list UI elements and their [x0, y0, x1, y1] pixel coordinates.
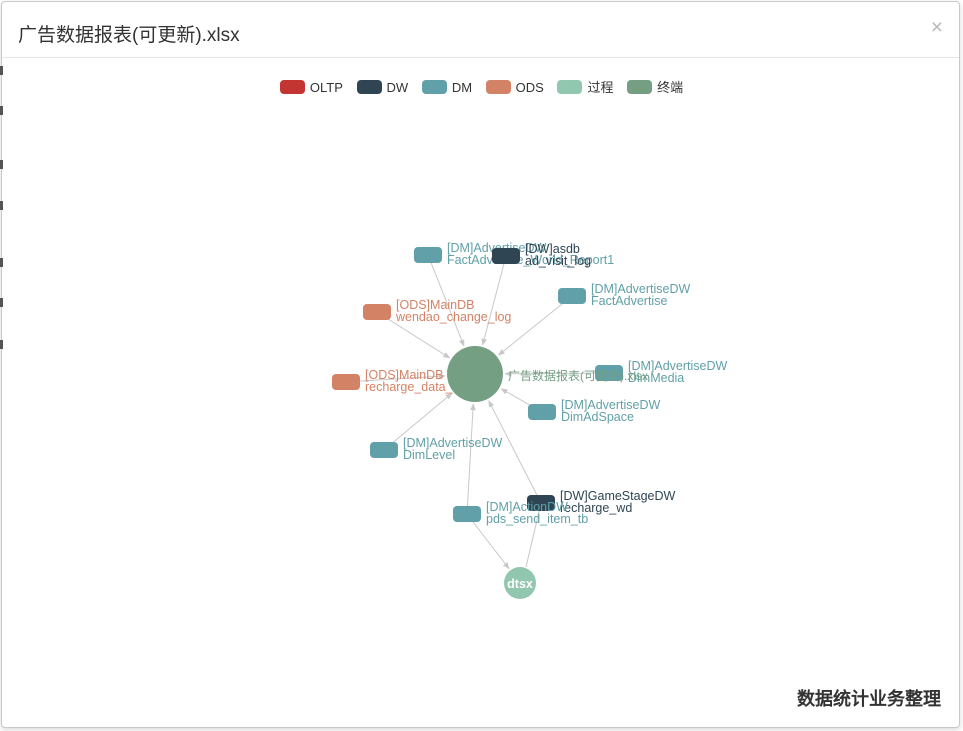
node-marker[interactable]	[492, 248, 520, 264]
node-marker[interactable]	[370, 442, 398, 458]
graph-node-n4[interactable]: [ODS]MainDBwendao_change_log	[363, 298, 511, 324]
node-marker[interactable]	[453, 506, 481, 522]
node-marker[interactable]	[414, 247, 442, 263]
node-marker[interactable]	[558, 288, 586, 304]
center-node-marker[interactable]	[447, 346, 503, 402]
node-label-table: wendao_change_log	[395, 310, 511, 324]
graph-node-dtsx[interactable]: dtsx	[504, 567, 536, 599]
graph-node-center[interactable]: 广告数据报表(可更新).xlsx	[447, 346, 648, 402]
node-marker[interactable]	[528, 404, 556, 420]
node-label-table: DimAdSpace	[561, 410, 634, 424]
graph-node-n7[interactable]: [DM]AdvertiseDWDimAdSpace	[528, 398, 661, 424]
edge-n3-center	[497, 295, 573, 356]
node-label-table: pds_send_item_tb	[486, 512, 588, 526]
center-node-label: 广告数据报表(可更新).xlsx	[508, 368, 648, 383]
graph-node-n8[interactable]: [DM]AdvertiseDWDimLevel	[370, 436, 503, 462]
node-layer: [DM]AdvertiseDWFactAdvertise_World_Repor…	[332, 241, 728, 599]
edge-n10-center	[466, 403, 476, 515]
node-label-table: FactAdvertise	[591, 294, 667, 308]
node-marker[interactable]	[332, 374, 360, 390]
node-marker[interactable]	[363, 304, 391, 320]
node-label-table: DimLevel	[403, 448, 455, 462]
node-label-table: ad_visit_log	[525, 254, 591, 268]
graph-node-n3[interactable]: [DM]AdvertiseDWFactAdvertise	[558, 282, 691, 308]
footer-note: 数据统计业务整理	[797, 689, 941, 709]
edge-n2-center	[481, 255, 507, 346]
lineage-graph: [DM]AdvertiseDWFactAdvertise_World_Repor…	[332, 241, 728, 599]
graph-node-n5[interactable]: [ODS]MainDBrecharge_data_ed	[332, 368, 467, 394]
dtsx-node-label: dtsx	[507, 577, 533, 591]
